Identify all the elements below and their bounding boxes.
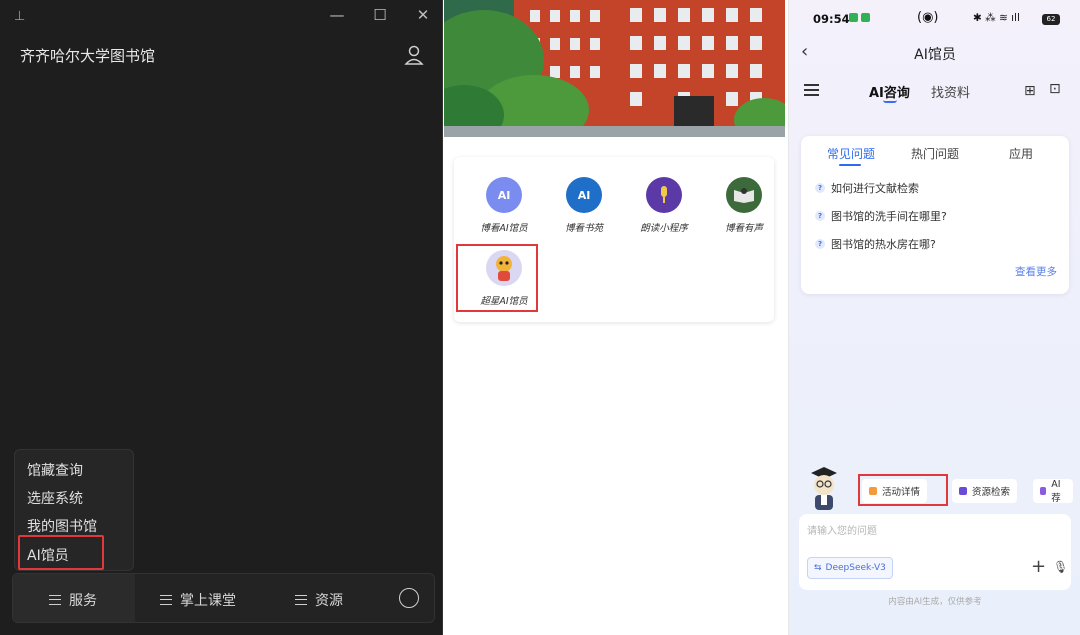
nav-classroom-label: 掌上课堂 — [180, 593, 236, 609]
tab-underline — [883, 100, 897, 103]
new-chat-icon[interactable]: ⊡ — [1049, 81, 1061, 97]
graduate-mascot-icon — [811, 467, 837, 510]
user-icon[interactable] — [404, 44, 424, 66]
faq-card: 常见问题 热门问题 应用 ? 如何进行文献检索 ? 图书馆的洗手间在哪里? ? … — [801, 136, 1069, 294]
question-icon: ? — [815, 239, 825, 249]
robot-icon[interactable] — [399, 588, 419, 608]
ai-disclaimer: 内容由AI生成，仅供参考 — [888, 597, 982, 607]
highlight-box-ai-librarian — [18, 535, 104, 570]
question-text: 图书馆的热水房在哪? — [831, 238, 936, 251]
question-item[interactable]: ? 图书馆的热水房在哪? — [815, 236, 936, 252]
tab-common-questions[interactable]: 常见问题 — [827, 145, 875, 162]
tab-ai-consult[interactable]: AI咨询 — [869, 82, 910, 101]
app-label: 博看有声 — [724, 223, 763, 234]
app-boky-ai-librarian[interactable]: AI 博看AI馆员 — [464, 177, 544, 234]
minimize-button[interactable]: — — [322, 6, 352, 24]
menu-icon — [295, 595, 307, 605]
chat-input-area: 请输入您的问题 ⇆ DeepSeek-V3 + 🎙 — [799, 514, 1071, 590]
plus-icon[interactable]: + — [1031, 556, 1046, 577]
chip-label: 资源检索 — [972, 487, 1011, 498]
app-boky-books[interactable]: AI 博看书苑 — [544, 177, 624, 234]
screenshot-root: ⊥ — ☐ ✕ 齐齐哈尔大学图书馆 馆藏查询 选座系统 我的图书馆 AI馆员 服… — [0, 0, 1080, 635]
question-item[interactable]: ? 如何进行文献检索 — [815, 180, 919, 196]
menu-icon — [49, 595, 61, 605]
view-more-link[interactable]: 查看更多 — [1015, 264, 1057, 279]
status-camera-pill: (◉) — [917, 10, 939, 25]
ai-book-icon: AI — [566, 177, 602, 213]
app-icon-text: AI — [577, 188, 591, 202]
tab-hot-questions[interactable]: 热门问题 — [911, 145, 959, 162]
nav-service[interactable]: 服务 — [49, 590, 97, 610]
status-app-icon — [849, 13, 858, 22]
menu-item-my-library[interactable]: 我的图书馆 — [27, 516, 97, 536]
ai-chat-icon: AI — [486, 177, 522, 213]
nav-resources[interactable]: 资源 — [295, 590, 343, 610]
status-time: 09:54 — [813, 12, 850, 26]
status-app-icons — [849, 13, 870, 22]
model-name: DeepSeek-V3 — [825, 563, 886, 573]
microphone-icon[interactable]: 🎙 — [1053, 560, 1068, 574]
menu-icon — [160, 595, 172, 605]
resource-icon — [959, 487, 967, 495]
tab-find-materials[interactable]: 找资料 — [931, 82, 970, 101]
nav-service-label: 服务 — [69, 593, 97, 609]
tab-applications[interactable]: 应用 — [1009, 145, 1033, 162]
title-bar: ⊥ — ☐ ✕ — [0, 0, 443, 34]
highlight-box-activity-details — [858, 474, 948, 506]
maximize-button[interactable]: ☐ — [365, 6, 395, 24]
audio-book-icon — [726, 177, 762, 213]
app-label: 博看AI馆员 — [480, 223, 528, 234]
status-app-icon — [861, 13, 870, 22]
page-title: 齐齐哈尔大学图书馆 — [20, 47, 156, 65]
nav-resources-label: 资源 — [315, 593, 343, 609]
question-text: 图书馆的洗手间在哪里? — [831, 210, 947, 223]
tab-underline — [839, 164, 861, 166]
grid-icon[interactable]: ⊞ — [1024, 83, 1036, 99]
app-label: 博看书苑 — [564, 223, 603, 234]
bottom-nav: 服务 掌上课堂 资源 — [12, 573, 435, 623]
nav-classroom[interactable]: 掌上课堂 — [160, 590, 236, 610]
close-button[interactable]: ✕ — [408, 6, 438, 24]
question-icon: ? — [815, 211, 825, 221]
ai-librarian-page: 09:54 (◉) ✱ ⁂ ≋ ıll 62 ‹ AI馆员 AI咨询 找资料 ⊞… — [788, 0, 1080, 635]
chip-label: AI荐 — [1051, 479, 1061, 503]
switch-icon: ⇆ — [814, 563, 822, 573]
pin-icon[interactable]: ⊥ — [14, 9, 25, 24]
book-glyph — [734, 188, 754, 203]
status-signal-icons: ✱ ⁂ ≋ ıll — [973, 12, 1020, 24]
question-text: 如何进行文献检索 — [831, 182, 919, 195]
page-title: AI馆员 — [914, 47, 956, 63]
mic-glyph — [661, 186, 667, 203]
chip-resource-search[interactable]: 资源检索 — [952, 479, 1018, 503]
chip-ai-recommend[interactable]: AI荐 — [1033, 479, 1073, 503]
microphone-icon — [646, 177, 682, 213]
app-reading-miniprogram[interactable]: 朗读小程序 — [624, 177, 704, 234]
menu-icon[interactable] — [804, 84, 819, 96]
model-selector-button[interactable]: ⇆ DeepSeek-V3 — [807, 557, 893, 579]
question-icon: ? — [815, 183, 825, 193]
app-icon-text: AI — [497, 188, 511, 202]
library-building-banner — [444, 0, 785, 137]
menu-item-seat-booking[interactable]: 选座系统 — [27, 488, 83, 508]
mobile-app-page: AI 博看AI馆员 AI 博看书苑 朗读小程序 博看有声 超星AI馆员 — [444, 0, 785, 635]
question-item[interactable]: ? 图书馆的洗手间在哪里? — [815, 208, 947, 224]
app-boky-audio[interactable]: 博看有声 — [704, 177, 784, 234]
menu-item-collection-search[interactable]: 馆藏查询 — [27, 460, 83, 480]
highlight-box-chaoxing-ai — [456, 244, 538, 312]
app-label: 朗读小程序 — [640, 223, 688, 234]
question-input[interactable]: 请输入您的问题 — [807, 522, 877, 537]
battery-icon: 62 — [1042, 14, 1060, 25]
recommend-icon — [1040, 487, 1047, 495]
